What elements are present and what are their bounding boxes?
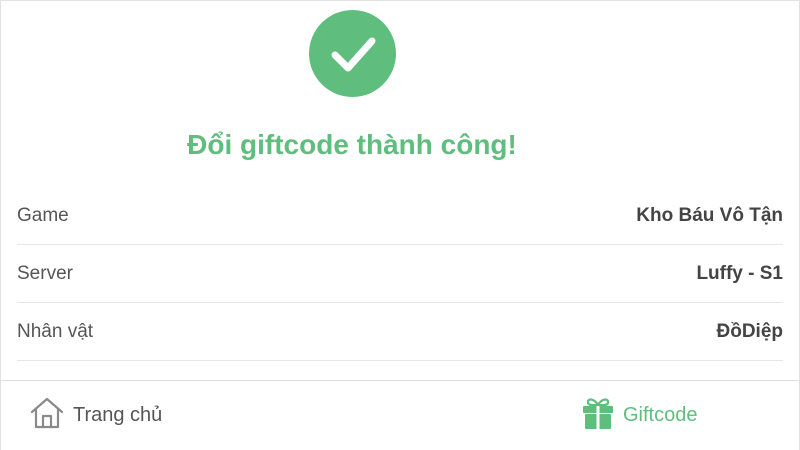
detail-row-server: Server Luffy - S1 — [17, 245, 783, 303]
home-icon — [29, 396, 65, 435]
detail-label: Game — [17, 204, 69, 226]
detail-row-game: Game Kho Báu Vô Tận — [17, 187, 783, 245]
nav-home-button[interactable]: Trang chủ — [29, 381, 162, 450]
detail-value: Kho Báu Vô Tận — [636, 204, 783, 226]
bottom-navigation: Trang chủ Giftcode — [1, 380, 799, 450]
nav-giftcode-label: Giftcode — [623, 404, 698, 426]
detail-label: Server — [17, 262, 73, 284]
details-list: Game Kho Báu Vô Tận Server Luffy - S1 Nh… — [1, 187, 799, 361]
detail-value: ĐồDiệp — [716, 320, 784, 342]
check-circle-icon — [309, 10, 396, 97]
giftcode-result-screen: Đổi giftcode thành công! Game Kho Báu Vô… — [0, 0, 800, 450]
detail-value: Luffy - S1 — [696, 262, 783, 284]
nav-giftcode-button[interactable]: Giftcode — [581, 381, 697, 450]
detail-label: Nhân vật — [17, 320, 94, 342]
detail-row-character: Nhân vật ĐồDiệp — [17, 303, 783, 361]
gift-icon — [581, 395, 615, 436]
success-title: Đổi giftcode thành công! — [187, 129, 517, 160]
nav-home-label: Trang chủ — [73, 404, 163, 426]
